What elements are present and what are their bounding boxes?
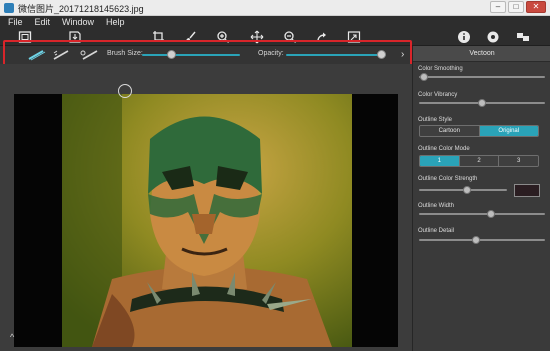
outline-color-mode-label: Outline Color Mode — [418, 146, 470, 152]
menu-edit[interactable]: Edit — [35, 17, 51, 27]
outline-width-thumb[interactable] — [486, 210, 495, 218]
outline-color-strength-thumb[interactable] — [463, 186, 472, 194]
close-button[interactable]: ✕ — [526, 1, 546, 13]
app-window: 微信图片_20171218145623.jpg – □ ✕ File Edit … — [0, 0, 550, 351]
slider-track — [419, 239, 545, 241]
outline-style-label: Outline Style — [418, 117, 453, 123]
outline-detail-label: Outline Detail — [418, 228, 455, 234]
color-vibrancy-slider[interactable] — [419, 99, 545, 107]
color-smoothing-slider[interactable] — [419, 73, 545, 81]
slider-track — [419, 76, 545, 78]
outline-color-strength-slider[interactable] — [419, 186, 507, 194]
color-vibrancy-label: Color Vibrancy — [418, 92, 458, 98]
settings-icon[interactable] — [486, 30, 500, 44]
color-vibrancy-thumb[interactable] — [478, 99, 486, 107]
info-icon[interactable] — [457, 30, 471, 44]
outline-width-slider[interactable] — [419, 210, 545, 218]
outline-detail-slider[interactable] — [419, 236, 545, 244]
tab-vectoon[interactable]: Vectoon — [413, 46, 550, 62]
photo-preview[interactable] — [62, 94, 352, 347]
outline-color-mode-1-option[interactable]: 1 — [420, 156, 460, 166]
title-bar: 微信图片_20171218145623.jpg – □ ✕ — [0, 0, 550, 16]
app-icon — [4, 3, 14, 13]
outline-color-strength-label: Outline Color Strength — [418, 176, 478, 182]
menu-help[interactable]: Help — [106, 17, 125, 27]
chevron-up-icon[interactable]: ^ — [10, 332, 14, 342]
menu-bar: File Edit Window Help — [0, 16, 550, 28]
brush-cursor — [118, 84, 132, 98]
outline-color-swatch[interactable] — [514, 184, 540, 197]
outline-color-mode-2-option[interactable]: 2 — [459, 156, 500, 166]
settings-panel: Vectoon Color Smoothing Color Vibrancy O… — [412, 46, 550, 351]
share-icon[interactable] — [516, 30, 530, 44]
outline-width-label: Outline Width — [418, 203, 455, 209]
window-title: 微信图片_20171218145623.jpg — [18, 4, 144, 14]
outline-style-toggle: Cartoon Original — [419, 125, 539, 137]
outline-detail-thumb[interactable] — [471, 236, 480, 244]
color-smoothing-thumb[interactable] — [420, 73, 429, 81]
color-smoothing-label: Color Smoothing — [418, 66, 463, 72]
menu-window[interactable]: Window — [62, 17, 94, 27]
outline-style-cartoon-option[interactable]: Cartoon — [420, 126, 480, 136]
slider-track — [419, 213, 545, 215]
minimize-button[interactable]: – — [490, 1, 506, 13]
canvas-area[interactable]: ^ — [0, 64, 412, 351]
outline-color-mode-toggle: 1 2 3 — [419, 155, 539, 167]
window-controls: – □ ✕ — [490, 1, 546, 13]
menu-file[interactable]: File — [8, 17, 23, 27]
outline-style-original-option[interactable]: Original — [479, 126, 538, 136]
maximize-button[interactable]: □ — [508, 1, 524, 13]
outline-color-mode-3-option[interactable]: 3 — [499, 156, 538, 166]
